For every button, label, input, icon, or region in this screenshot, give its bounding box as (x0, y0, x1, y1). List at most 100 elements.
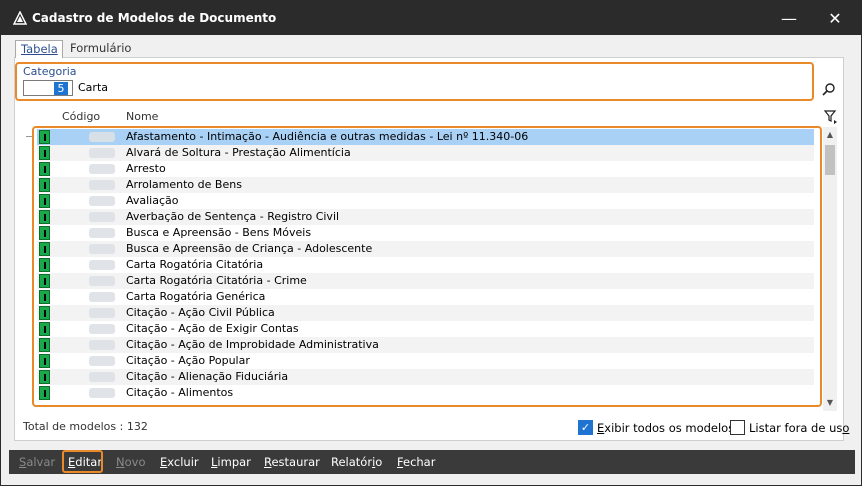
row-name: Alvará de Soltura - Prestação Alimentíci… (126, 146, 351, 159)
table-row[interactable]: Alvará de Soltura - Prestação Alimentíci… (37, 145, 814, 161)
fechar-button[interactable]: Fechar (397, 455, 435, 469)
document-icon (39, 162, 50, 176)
row-name: Avaliação (126, 194, 179, 207)
relatorio-button[interactable]: Relatório (331, 455, 382, 469)
salvar-button[interactable]: Salvar (19, 455, 55, 469)
models-grid: Afastamento - Intimação - Audiência e ou… (37, 129, 814, 401)
document-icon (39, 354, 50, 368)
column-header-codigo[interactable]: Código (62, 110, 100, 123)
scroll-up-icon[interactable]: ▲ (823, 127, 837, 143)
table-row[interactable]: Averbação de Sentença - Registro Civil (37, 209, 814, 225)
row-name: Citação - Ação de Exigir Contas (126, 322, 299, 335)
column-header-nome[interactable]: Nome (126, 110, 158, 123)
exibir-todos-label[interactable]: Exibir todos os modelos (597, 421, 734, 435)
vertical-scrollbar[interactable]: ▲ ▼ (823, 127, 837, 411)
document-icon (39, 146, 50, 160)
app-icon (13, 11, 27, 25)
window: Cadastro de Modelos de Documento — ✕ Tab… (0, 0, 862, 486)
table-row[interactable]: Arresto (37, 161, 814, 177)
filter-icon[interactable] (823, 109, 839, 125)
row-code-redacted (89, 260, 115, 270)
row-code-redacted (89, 212, 115, 222)
row-name: Arresto (126, 162, 166, 175)
limpar-button[interactable]: Limpar (211, 455, 251, 469)
row-code-redacted (89, 180, 115, 190)
row-code-redacted (89, 292, 115, 302)
row-name: Citação - Alimentos (126, 386, 234, 399)
table-row[interactable]: Arrolamento de Bens (37, 177, 814, 193)
tab-formulario[interactable]: Formulário (65, 40, 145, 58)
document-icon (39, 210, 50, 224)
row-name: Citação - Ação de Improbidade Administra… (126, 338, 379, 351)
editar-focus-highlight (62, 450, 103, 473)
row-name: Busca e Apreensão - Bens Móveis (126, 226, 312, 239)
row-code-redacted (89, 276, 115, 286)
title-bar: Cadastro de Modelos de Documento — ✕ (1, 1, 861, 35)
close-button[interactable]: ✕ (815, 1, 855, 35)
table-row[interactable]: Carta Rogatória Citatória (37, 257, 814, 273)
row-code-redacted (89, 340, 115, 350)
document-icon (39, 386, 50, 400)
row-code-redacted (89, 164, 115, 174)
table-row[interactable]: Afastamento - Intimação - Audiência e ou… (37, 129, 814, 145)
categoria-label: Categoria (23, 65, 77, 78)
table-row[interactable]: Avaliação (37, 193, 814, 209)
excluir-button[interactable]: Excluir (160, 455, 199, 469)
scroll-down-icon[interactable]: ▼ (823, 395, 837, 411)
document-icon (39, 130, 50, 144)
document-icon (39, 290, 50, 304)
scroll-thumb[interactable] (825, 145, 835, 175)
window-title: Cadastro de Modelos de Documento (32, 11, 277, 25)
table-row[interactable]: Carta Rogatória Citatória - Crime (37, 273, 814, 289)
row-code-redacted (89, 228, 115, 238)
total-models-label: Total de modelos : 132 (23, 420, 148, 433)
table-row[interactable]: Busca e Apreensão de Criança - Adolescen… (37, 241, 814, 257)
table-row[interactable]: Citação - Ação Civil Pública (37, 305, 814, 321)
row-name: Citação - Alienação Fiduciária (126, 370, 289, 383)
table-row[interactable]: Citação - Alienação Fiduciária (37, 369, 814, 385)
table-row[interactable]: Citação - Ação de Exigir Contas (37, 321, 814, 337)
restaurar-button[interactable]: Restaurar (264, 455, 320, 469)
table-row[interactable]: Busca e Apreensão - Bens Móveis (37, 225, 814, 241)
categoria-group (15, 62, 814, 101)
row-code-redacted (89, 132, 115, 142)
document-icon (39, 194, 50, 208)
search-icon[interactable] (821, 82, 837, 98)
row-name: Afastamento - Intimação - Audiência e ou… (126, 130, 529, 143)
row-code-redacted (89, 372, 115, 382)
table-row[interactable]: Citação - Alimentos (37, 385, 814, 401)
row-name: Citação - Ação Civil Pública (126, 306, 275, 319)
novo-button[interactable]: Novo (116, 455, 146, 469)
table-row[interactable]: Citação - Ação Popular (37, 353, 814, 369)
row-name: Busca e Apreensão de Criança - Adolescen… (126, 242, 373, 255)
row-name: Carta Rogatória Genérica (126, 290, 266, 303)
listar-fora-checkbox[interactable] (730, 420, 745, 435)
table-row[interactable]: Citação - Ação de Improbidade Administra… (37, 337, 814, 353)
document-icon (39, 338, 50, 352)
exibir-todos-checkbox[interactable]: ✓ (578, 420, 593, 435)
table-row[interactable]: Carta Rogatória Genérica (37, 289, 814, 305)
action-toolbar: Salvar Editar Novo Excluir Limpar Restau… (9, 450, 855, 474)
document-icon (39, 306, 50, 320)
row-code-redacted (89, 356, 115, 366)
row-code-redacted (89, 388, 115, 398)
row-code-redacted (89, 324, 115, 334)
row-code-redacted (89, 308, 115, 318)
row-code-redacted (89, 196, 115, 206)
minimize-button[interactable]: — (769, 1, 809, 35)
document-icon (39, 322, 50, 336)
categoria-code-input[interactable]: 5 (23, 80, 73, 96)
tab-tabela[interactable]: Tabela (15, 40, 63, 58)
row-name: Carta Rogatória Citatória - Crime (126, 274, 307, 287)
listar-fora-label[interactable]: Listar fora de uso (749, 421, 849, 435)
row-name: Averbação de Sentença - Registro Civil (126, 210, 340, 223)
document-icon (39, 274, 50, 288)
document-icon (39, 370, 50, 384)
categoria-name-value: Carta (78, 81, 108, 94)
row-name: Arrolamento de Bens (126, 178, 242, 191)
document-icon (39, 226, 50, 240)
row-name: Carta Rogatória Citatória (126, 258, 264, 271)
row-name: Citação - Ação Popular (126, 354, 250, 367)
row-code-redacted (89, 244, 115, 254)
document-icon (39, 258, 50, 272)
